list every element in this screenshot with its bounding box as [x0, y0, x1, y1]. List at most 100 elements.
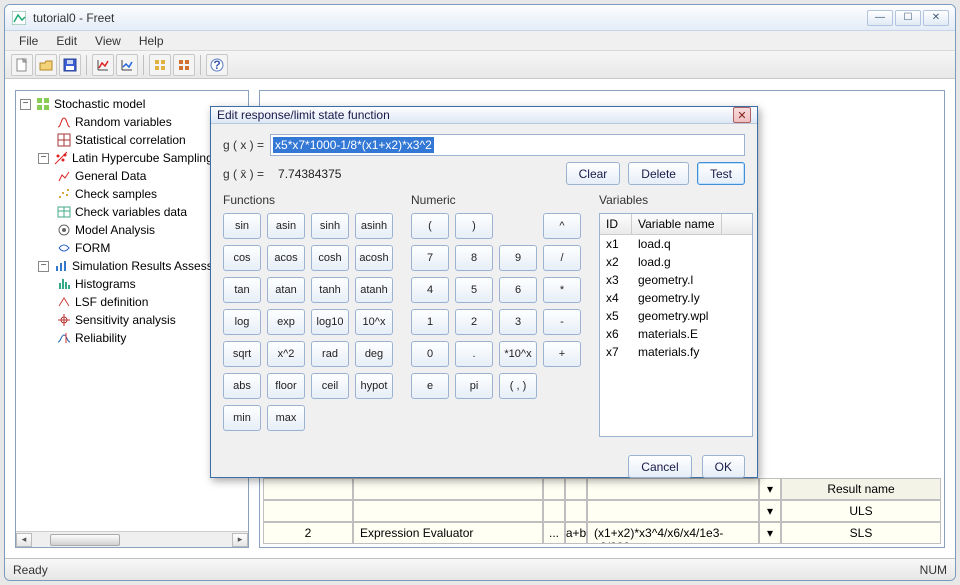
- app-icon: [11, 10, 27, 26]
- var-row[interactable]: x3geometry.l: [600, 271, 752, 289]
- num-minus[interactable]: -: [543, 309, 581, 335]
- fn-acos[interactable]: acos: [267, 245, 305, 271]
- num-4[interactable]: 4: [411, 277, 449, 303]
- num-mul[interactable]: *: [543, 277, 581, 303]
- fn-ceil[interactable]: ceil: [311, 373, 349, 399]
- gx-input[interactable]: x5*x7*1000-1/8*(x1+x2)*x3^2: [270, 134, 745, 156]
- dropdown-icon[interactable]: ▾: [759, 478, 781, 500]
- minimize-button[interactable]: —: [867, 10, 893, 26]
- num-lparen[interactable]: (: [411, 213, 449, 239]
- help-icon[interactable]: ?: [206, 54, 228, 76]
- num-0[interactable]: 0: [411, 341, 449, 367]
- num-e[interactable]: e: [411, 373, 449, 399]
- plot-red-icon[interactable]: [92, 54, 114, 76]
- dialog-close-icon[interactable]: ✕: [733, 107, 751, 123]
- fn-cos[interactable]: cos: [223, 245, 261, 271]
- var-row[interactable]: x6materials.E: [600, 325, 752, 343]
- maximize-button[interactable]: ☐: [895, 10, 921, 26]
- fn-exp[interactable]: exp: [267, 309, 305, 335]
- menu-help[interactable]: Help: [131, 32, 172, 50]
- fn-sinh[interactable]: sinh: [311, 213, 349, 239]
- num-7[interactable]: 7: [411, 245, 449, 271]
- ok-button[interactable]: OK: [702, 455, 745, 478]
- scroll-left-icon[interactable]: ◂: [16, 533, 32, 547]
- num-pi[interactable]: pi: [455, 373, 493, 399]
- fn-hypot[interactable]: hypot: [355, 373, 393, 399]
- num-pow[interactable]: ^: [543, 213, 581, 239]
- gx-value: x5*x7*1000-1/8*(x1+x2)*x3^2: [273, 137, 434, 153]
- ab-button[interactable]: a+b: [565, 522, 587, 544]
- num-e10[interactable]: *10^x: [499, 341, 537, 367]
- fn-asin[interactable]: asin: [267, 213, 305, 239]
- menu-file[interactable]: File: [11, 32, 46, 50]
- num-1[interactable]: 1: [411, 309, 449, 335]
- gear-icon: [56, 222, 72, 238]
- fn-log[interactable]: log: [223, 309, 261, 335]
- fn-tan[interactable]: tan: [223, 277, 261, 303]
- num-tuple[interactable]: ( , ): [499, 373, 537, 399]
- fn-asinh[interactable]: asinh: [355, 213, 393, 239]
- num-3[interactable]: 3: [499, 309, 537, 335]
- menu-view[interactable]: View: [87, 32, 129, 50]
- var-row[interactable]: x2load.g: [600, 253, 752, 271]
- collapse-icon[interactable]: −: [38, 153, 49, 164]
- cancel-button[interactable]: Cancel: [628, 455, 691, 478]
- fn-abs[interactable]: abs: [223, 373, 261, 399]
- fn-min[interactable]: min: [223, 405, 261, 431]
- delete-button[interactable]: Delete: [628, 162, 689, 185]
- evaluator-cell[interactable]: Expression Evaluator: [353, 522, 543, 544]
- fn-deg[interactable]: deg: [355, 341, 393, 367]
- grid2-icon[interactable]: [173, 54, 195, 76]
- plot-blue-icon[interactable]: [116, 54, 138, 76]
- scroll-thumb[interactable]: [50, 534, 120, 546]
- num-2[interactable]: 2: [455, 309, 493, 335]
- fn-max[interactable]: max: [267, 405, 305, 431]
- collapse-icon[interactable]: −: [38, 261, 49, 272]
- fn-10x[interactable]: 10^x: [355, 309, 393, 335]
- fn-floor[interactable]: floor: [267, 373, 305, 399]
- fn-rad[interactable]: rad: [311, 341, 349, 367]
- num-9[interactable]: 9: [499, 245, 537, 271]
- fn-cosh[interactable]: cosh: [311, 245, 349, 271]
- expression-cell[interactable]: 5/384*(x1+x2)*x3^4/x6/x4/1e3-x3/200: [587, 522, 759, 544]
- num-plus[interactable]: +: [543, 341, 581, 367]
- var-row[interactable]: x1load.q: [600, 235, 752, 253]
- lsf-icon: [56, 294, 72, 310]
- fn-sin[interactable]: sin: [223, 213, 261, 239]
- result-cell[interactable]: SLS: [781, 522, 941, 544]
- num-8[interactable]: 8: [455, 245, 493, 271]
- window-title: tutorial0 - Freet: [33, 11, 867, 25]
- dropdown-icon[interactable]: ▾: [759, 522, 781, 544]
- ellipsis-button[interactable]: ...: [543, 522, 565, 544]
- fn-atan[interactable]: atan: [267, 277, 305, 303]
- clear-button[interactable]: Clear: [566, 162, 621, 185]
- numeric-section: Numeric ( ) ^ 7 8 9 / 4 5 6 * 1 2 3: [411, 193, 581, 437]
- num-rparen[interactable]: ): [455, 213, 493, 239]
- num-6[interactable]: 6: [499, 277, 537, 303]
- num-div[interactable]: /: [543, 245, 581, 271]
- var-row[interactable]: x4geometry.Iy: [600, 289, 752, 307]
- scroll-right-icon[interactable]: ▸: [232, 533, 248, 547]
- dropdown-icon[interactable]: ▾: [759, 500, 781, 522]
- var-row[interactable]: x7materials.fy: [600, 343, 752, 361]
- new-icon[interactable]: [11, 54, 33, 76]
- grid1-icon[interactable]: [149, 54, 171, 76]
- fn-tanh[interactable]: tanh: [311, 277, 349, 303]
- open-icon[interactable]: [35, 54, 57, 76]
- num-5[interactable]: 5: [455, 277, 493, 303]
- result-cell[interactable]: ULS: [781, 500, 941, 522]
- fn-atanh[interactable]: atanh: [355, 277, 393, 303]
- tree-scrollbar[interactable]: ◂ ▸: [16, 531, 248, 547]
- dialog-title: Edit response/limit state function: [217, 108, 733, 122]
- var-row[interactable]: x5geometry.wpl: [600, 307, 752, 325]
- collapse-icon[interactable]: −: [20, 99, 31, 110]
- test-button[interactable]: Test: [697, 162, 745, 185]
- fn-log10[interactable]: log10: [311, 309, 349, 335]
- fn-sqrt[interactable]: sqrt: [223, 341, 261, 367]
- save-icon[interactable]: [59, 54, 81, 76]
- menu-edit[interactable]: Edit: [48, 32, 85, 50]
- close-button[interactable]: ✕: [923, 10, 949, 26]
- num-dot[interactable]: .: [455, 341, 493, 367]
- fn-acosh[interactable]: acosh: [355, 245, 393, 271]
- fn-x2[interactable]: x^2: [267, 341, 305, 367]
